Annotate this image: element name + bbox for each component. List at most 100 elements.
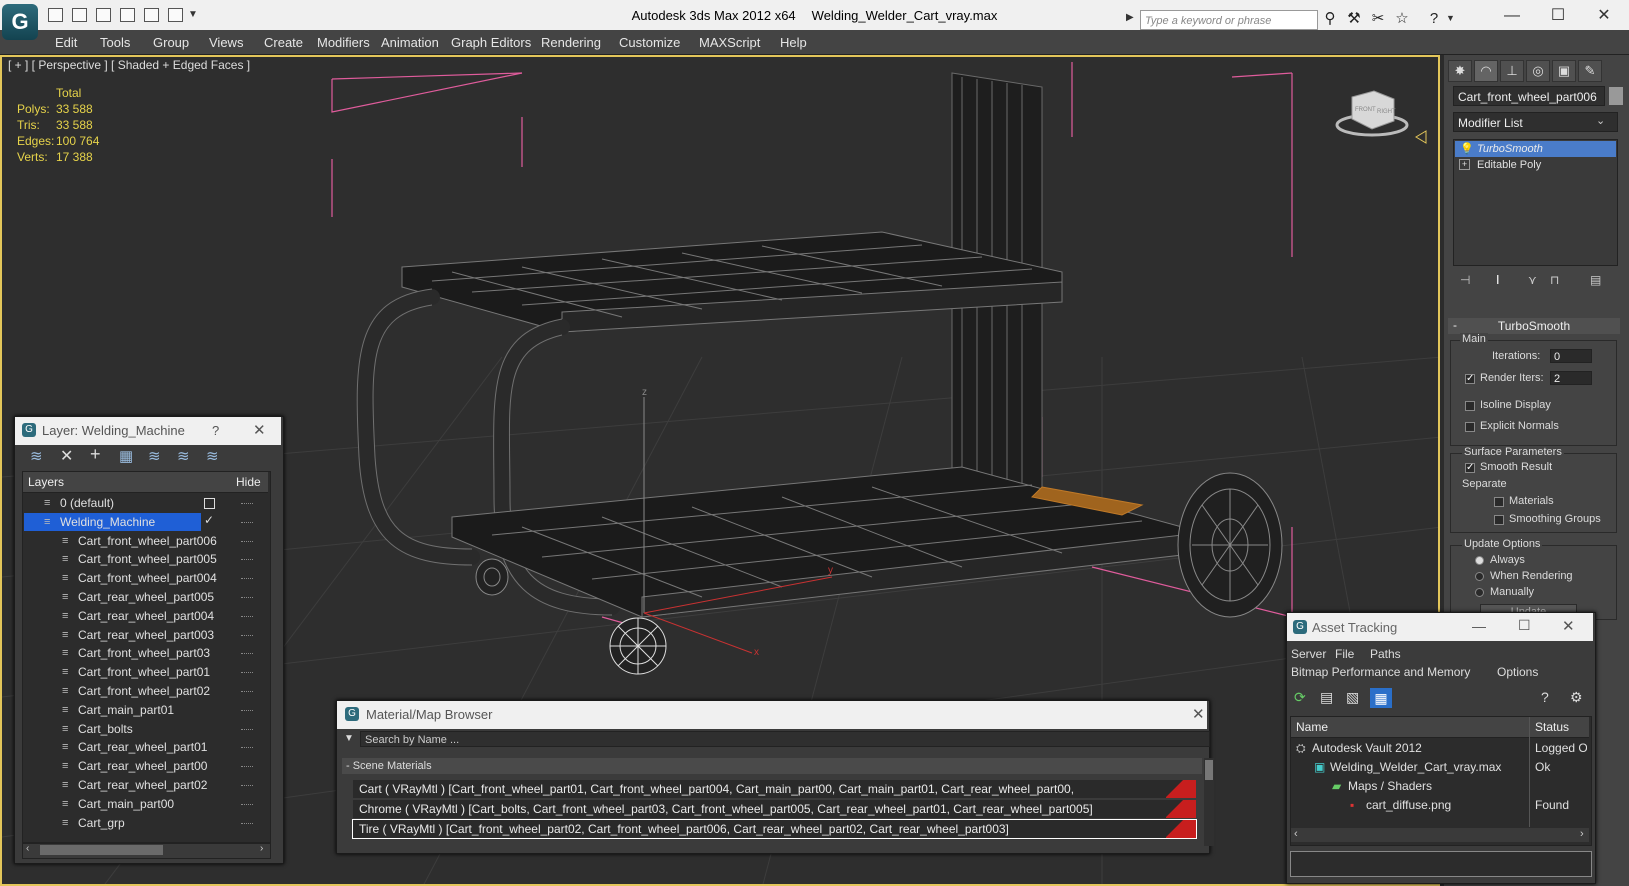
configure-modifier-sets-icon[interactable]: ▤ <box>1590 273 1601 287</box>
asset-menu-server[interactable]: Server <box>1291 647 1326 661</box>
refresh-icon[interactable]: ⟳ <box>1294 689 1306 706</box>
layer-help-button[interactable]: ? <box>212 423 219 438</box>
explicit-normals-checkbox[interactable] <box>1465 422 1475 432</box>
app-logo-icon[interactable]: G <box>2 4 38 40</box>
highlight-layer-icon[interactable]: ≋ <box>148 447 161 465</box>
menu-edit[interactable]: Edit <box>55 35 77 50</box>
asset-menu-options[interactable]: Options <box>1497 665 1538 679</box>
layer-close-icon[interactable]: ✕ <box>253 421 266 439</box>
delete-layer-icon[interactable]: ✕ <box>60 446 73 466</box>
layer-row[interactable]: ≡ Cart_bolts <box>24 720 269 738</box>
browser-options-icon[interactable]: ▼ <box>344 733 354 744</box>
layer-hide-toggle[interactable] <box>241 578 253 581</box>
asset-scroll-left-icon[interactable]: ‹ <box>1294 828 1298 840</box>
select-layer-objects-icon[interactable]: ▦ <box>119 447 133 465</box>
iterations-spinner[interactable]: 0 <box>1550 349 1592 363</box>
display-tab-icon[interactable]: ▣ <box>1552 60 1576 82</box>
motion-tab-icon[interactable]: ◎ <box>1526 60 1550 82</box>
menu-customize[interactable]: Customize <box>619 35 680 50</box>
asset-menu-paths[interactable]: Paths <box>1370 647 1401 661</box>
layer-row[interactable]: ≡ Cart_rear_wheel_part01 <box>24 738 269 756</box>
material-row-cart[interactable]: Cart ( VRayMtl ) [Cart_front_wheel_part0… <box>353 780 1196 814</box>
asset-column-divider[interactable] <box>1529 717 1530 827</box>
update-always-radio[interactable] <box>1475 556 1484 565</box>
layer-hide-toggle[interactable] <box>241 597 253 600</box>
render-iters-checkbox[interactable]: ✓ <box>1465 374 1475 384</box>
search-input[interactable]: Type a keyword or phrase <box>1140 10 1318 30</box>
layer-hide-toggle[interactable] <box>241 729 253 732</box>
maximize-icon[interactable]: ☐ <box>1536 5 1580 27</box>
menu-views[interactable]: Views <box>209 35 243 50</box>
layer-hide-toggle[interactable] <box>241 616 253 619</box>
layer-hide-toggle[interactable] <box>241 691 253 694</box>
menu-tools[interactable]: Tools <box>100 35 130 50</box>
update-when-rendering-radio[interactable] <box>1475 572 1484 581</box>
table-view-icon[interactable]: ▦ <box>1370 688 1392 708</box>
layer-hide-toggle[interactable] <box>241 785 253 788</box>
layer-hide-toggle[interactable] <box>241 823 253 826</box>
lightbulb-icon[interactable]: 💡 <box>1460 142 1474 155</box>
asset-status-field[interactable] <box>1290 851 1592 877</box>
freeze-all-layers-icon[interactable]: ≋ <box>206 447 219 465</box>
layer-row[interactable]: ≡ Cart_rear_wheel_part004 <box>24 607 269 625</box>
asset-row-name[interactable]: Maps / Shaders <box>1348 777 1432 796</box>
isoline-display-checkbox[interactable] <box>1465 401 1475 411</box>
layer-row[interactable]: ≡ Cart_rear_wheel_part003 <box>24 626 269 644</box>
asset-row-name[interactable]: Autodesk Vault 2012 <box>1312 739 1422 758</box>
layer-row[interactable]: ≡ Cart_front_wheel_part01 <box>24 663 269 681</box>
update-manually-radio[interactable] <box>1475 588 1484 597</box>
asset-menu-bitmap-performance[interactable]: Bitmap Performance and Memory <box>1291 665 1470 679</box>
create-layer-icon[interactable]: ≋ <box>30 447 43 465</box>
layer-hide-toggle[interactable] <box>241 672 253 675</box>
help-dropdown-icon[interactable]: ▼ <box>1446 13 1455 23</box>
layer-hide-toggle[interactable] <box>241 541 253 544</box>
layer-scroll-thumb[interactable] <box>40 845 163 855</box>
menu-rendering[interactable]: Rendering <box>541 35 601 50</box>
viewcube[interactable]: FRONT RIGHT <box>1335 90 1409 137</box>
smooth-result-checkbox[interactable]: ✓ <box>1465 463 1475 473</box>
layer-hide-toggle[interactable] <box>241 747 253 750</box>
material-search-input[interactable]: Search by Name ... <box>360 731 1210 747</box>
expand-plus-icon[interactable]: + <box>1459 159 1470 170</box>
stack-item-turbosmooth[interactable]: TurboSmooth <box>1455 141 1616 157</box>
layer-hide-toggle[interactable] <box>241 804 253 807</box>
materials-checkbox[interactable] <box>1494 497 1504 507</box>
layer-row[interactable]: ≡ Cart_rear_wheel_part005 <box>24 588 269 606</box>
help-icon[interactable]: ? <box>1424 10 1444 28</box>
layer-hide-toggle[interactable] <box>241 766 253 769</box>
asset-help-icon[interactable]: ? <box>1541 689 1549 705</box>
layer-hide-toggle[interactable] <box>241 522 253 525</box>
modify-tab-icon[interactable]: ◠ <box>1474 60 1498 82</box>
remove-modifier-icon[interactable]: ⊓ <box>1550 273 1559 287</box>
smoothing-groups-checkbox[interactable] <box>1494 515 1504 525</box>
search-expand-icon[interactable]: ▶ <box>1126 12 1134 23</box>
layer-row[interactable]: ≡ 0 (default) <box>24 494 269 512</box>
rollout-turbosmooth[interactable]: TurboSmooth <box>1448 318 1620 334</box>
menu-create[interactable]: Create <box>264 35 303 50</box>
rollout-collapse-icon[interactable]: - <box>1453 318 1457 332</box>
layer-row[interactable]: ≡ Cart_front_wheel_part004 <box>24 569 269 587</box>
create-tab-icon[interactable]: ✸ <box>1448 60 1472 82</box>
menu-maxscript[interactable]: MAXScript <box>699 35 760 50</box>
object-name-field[interactable]: Cart_front_wheel_part006 <box>1453 86 1605 106</box>
hierarchy-tab-icon[interactable]: ⊥ <box>1500 60 1524 82</box>
layer-row[interactable]: ≡ Cart_rear_wheel_part00 <box>24 757 269 775</box>
menu-animation[interactable]: Animation <box>381 35 439 50</box>
asset-row-name[interactable]: cart_diffuse.png <box>1366 796 1451 815</box>
layer-row[interactable]: ≡ Cart_front_wheel_part006 <box>24 532 269 550</box>
layer-hide-toggle[interactable] <box>241 559 253 562</box>
menu-graph-editors[interactable]: Graph Editors <box>451 35 531 50</box>
binoculars-icon[interactable]: ⚲ <box>1320 10 1340 28</box>
make-unique-icon[interactable]: ⋎ <box>1528 273 1537 287</box>
asset-status-column-header[interactable]: Status <box>1535 720 1569 734</box>
layer-row[interactable]: ≡ Cart_front_wheel_part03 <box>24 644 269 662</box>
minimize-icon[interactable]: — <box>1490 5 1534 27</box>
viewport-label[interactable]: [ + ] [ Perspective ] [ Shaded + Edged F… <box>8 58 250 72</box>
asset-menu-file[interactable]: File <box>1335 647 1354 661</box>
asset-horizontal-scrollbar[interactable] <box>1291 828 1589 842</box>
hide-all-layers-icon[interactable]: ≋ <box>177 447 190 465</box>
layer-row[interactable]: ≡ Cart_main_part00 <box>24 795 269 813</box>
layer-row[interactable]: ≡ Cart_grp <box>24 814 269 832</box>
object-color-swatch[interactable] <box>1609 87 1623 105</box>
pin-stack-icon[interactable]: ⊣ <box>1460 273 1470 287</box>
